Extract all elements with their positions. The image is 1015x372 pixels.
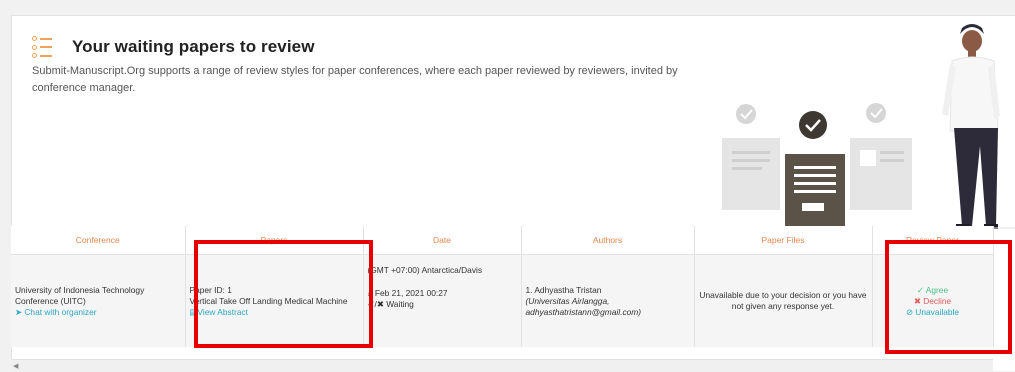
cell-review-paper: ✓ Agree ✖ Decline ⊘ Unavailable (872, 254, 994, 347)
paper-title: Vertical Take Off Landing Medical Machin… (189, 295, 348, 306)
check-icon: ✓ (916, 284, 924, 295)
x-icon: ✖ (913, 295, 921, 306)
agree-button[interactable]: ✓ Agree (877, 285, 989, 296)
column-header-paper-files: Paper Files (694, 226, 873, 255)
cell-papers: Paper ID: 1 Vertical Take Off Landing Me… (185, 254, 364, 347)
column-header-review-paper: Review Paper (872, 226, 994, 255)
home-icon: ⌂ (367, 288, 373, 298)
ban-icon: ⊘ (905, 306, 913, 317)
scroll-left-icon[interactable]: ◀ (13, 362, 18, 370)
list-icon (32, 36, 54, 58)
paper-files-message: Unavailable due to your decision or you … (699, 290, 867, 311)
table-header-row: Conference Papers Date Authors Paper Fil… (11, 226, 994, 255)
send-icon: ➤ (15, 306, 23, 317)
cell-authors: 1. Adhyastha Tristan (Universitas Airlan… (521, 254, 695, 347)
cell-date: (GMT +07:00) Antarctica/Davis ⌂ Feb 21, … (363, 254, 522, 347)
cell-paper-files: Unavailable due to your decision or you … (694, 254, 873, 347)
column-header-conference: Conference (11, 226, 186, 255)
papers-table: Conference Papers Date Authors Paper Fil… (11, 226, 994, 347)
table-row: University of Indonesia Technology Confe… (11, 254, 994, 347)
check-x-icon: ✔/✖ (367, 299, 384, 309)
column-header-authors: Authors (521, 226, 695, 255)
paper-id: Paper ID: 1 (189, 284, 232, 295)
view-abstract-link[interactable]: ▤View Abstract (190, 307, 359, 318)
author-name: 1. Adhyastha Tristan (525, 284, 602, 295)
date-line: ⌂ Feb 21, 2021 00:27 (367, 288, 448, 298)
timezone-text: (GMT +07:00) Antarctica/Davis (367, 265, 483, 275)
author-affiliation: (Universitas Airlangga, adhyasthatristan… (525, 295, 642, 317)
column-header-date: Date (363, 226, 522, 255)
cell-conference: University of Indonesia Technology Confe… (11, 254, 186, 347)
status-line: ✔/✖ Waiting (367, 299, 414, 309)
page-title: Your waiting papers to review (72, 37, 315, 56)
chat-with-organizer-link[interactable]: ➤ Chat with organizer (15, 307, 181, 318)
review-illustration (702, 24, 1015, 229)
page-header: Your waiting papers to review (32, 36, 315, 58)
horizontal-scrollbar[interactable]: ◀ (11, 359, 993, 372)
column-header-papers: Papers (185, 226, 364, 255)
page-description: Submit-Manuscript.Org supports a range o… (32, 65, 678, 94)
conference-name: University of Indonesia Technology Confe… (15, 284, 145, 306)
unavailable-button[interactable]: ⊘ Unavailable (877, 307, 989, 318)
decline-button[interactable]: ✖ Decline (877, 296, 989, 307)
